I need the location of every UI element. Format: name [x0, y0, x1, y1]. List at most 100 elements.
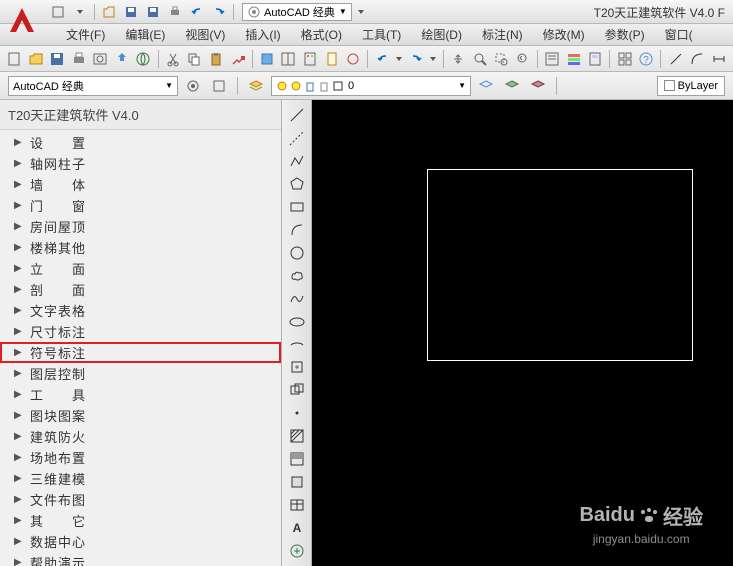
markup-icon[interactable] [343, 48, 364, 70]
zoom-previous-icon[interactable] [512, 48, 533, 70]
tree-item[interactable]: ▶其 它 [0, 510, 281, 531]
circle-icon[interactable] [285, 242, 309, 264]
cut-icon[interactable] [163, 48, 184, 70]
tree-item[interactable]: ▶房间屋顶 [0, 216, 281, 237]
tree-item[interactable]: ▶场地布置 [0, 447, 281, 468]
tree-item[interactable]: ▶数据中心 [0, 531, 281, 552]
tree-item[interactable]: ▶设 置 [0, 132, 281, 153]
tool-palette-icon[interactable] [300, 48, 321, 70]
revision-cloud-icon[interactable] [285, 265, 309, 287]
line-cmd-icon[interactable] [665, 48, 686, 70]
tree-item[interactable]: ▶文字表格 [0, 300, 281, 321]
tree-item[interactable]: ▶尺寸标注 [0, 321, 281, 342]
open-button[interactable] [99, 3, 119, 21]
undo-dropdown[interactable] [394, 48, 405, 70]
layer-combo[interactable]: 0 ▼ [271, 76, 471, 96]
redo-icon[interactable] [406, 48, 427, 70]
arc-icon[interactable] [285, 219, 309, 241]
tree-item[interactable]: ▶轴网柱子 [0, 153, 281, 174]
new-button[interactable] [48, 3, 68, 21]
construction-line-icon[interactable] [285, 127, 309, 149]
menu-item[interactable]: 窗口( [655, 24, 703, 45]
menu-item[interactable]: 修改(M) [533, 24, 595, 45]
zoom-window-icon[interactable] [491, 48, 512, 70]
drawing-canvas[interactable]: Baidu 经验 jingyan.baidu.com [312, 100, 733, 566]
ellipse-arc-icon[interactable] [285, 334, 309, 356]
tree-item[interactable]: ▶文件布图 [0, 489, 281, 510]
tree-item[interactable]: ▶三维建模 [0, 468, 281, 489]
ellipse-icon[interactable] [285, 311, 309, 333]
undo-icon[interactable] [372, 48, 393, 70]
region-icon[interactable] [285, 471, 309, 493]
help-icon[interactable]: ? [636, 48, 657, 70]
redo-dropdown[interactable] [428, 48, 439, 70]
layer-manager-icon[interactable] [245, 75, 267, 97]
arc-cmd-icon[interactable] [687, 48, 708, 70]
paste-icon[interactable] [206, 48, 227, 70]
menu-item[interactable]: 视图(V) [175, 24, 235, 45]
sheet-set-icon[interactable] [321, 48, 342, 70]
print-button[interactable] [165, 3, 185, 21]
workspace-selector[interactable]: AutoCAD 经典 ▼ [242, 3, 352, 21]
table-icon[interactable] [285, 494, 309, 516]
redo-button[interactable] [209, 3, 229, 21]
menu-item[interactable]: 插入(I) [235, 24, 290, 45]
layer-props-icon[interactable] [563, 48, 584, 70]
global-icon[interactable] [133, 48, 154, 70]
point-icon[interactable] [285, 402, 309, 424]
polygon-icon[interactable] [285, 173, 309, 195]
rectangle-icon[interactable] [285, 196, 309, 218]
copy-icon[interactable] [184, 48, 205, 70]
menu-item[interactable]: 参数(P) [595, 24, 655, 45]
tree-item[interactable]: ▶帮助演示 [0, 552, 281, 566]
menu-item[interactable]: 工具(T) [352, 24, 411, 45]
tree-item[interactable]: ▶楼梯其他 [0, 237, 281, 258]
make-block-icon[interactable] [285, 379, 309, 401]
save-button[interactable] [121, 3, 141, 21]
insert-block-icon[interactable] [285, 356, 309, 378]
menu-item[interactable]: 文件(F) [56, 24, 115, 45]
workspace-combo[interactable]: AutoCAD 经典 ▼ [8, 76, 178, 96]
menu-item[interactable]: 绘图(D) [411, 24, 472, 45]
match-icon[interactable] [227, 48, 248, 70]
line-icon[interactable] [285, 104, 309, 126]
hatch-icon[interactable] [285, 425, 309, 447]
design-center-icon[interactable] [278, 48, 299, 70]
tree-item[interactable]: ▶门 窗 [0, 195, 281, 216]
open-file-icon[interactable] [26, 48, 47, 70]
add-icon[interactable] [285, 540, 309, 562]
tree-item[interactable]: ▶剖 面 [0, 279, 281, 300]
tree-item[interactable]: ▶图块图案 [0, 405, 281, 426]
pan-icon[interactable] [448, 48, 469, 70]
block-icon[interactable] [257, 48, 278, 70]
mtext-icon[interactable]: A [285, 517, 309, 539]
spline-icon[interactable] [285, 288, 309, 310]
dimension-icon[interactable] [708, 48, 729, 70]
properties-icon[interactable] [542, 48, 563, 70]
tree-item[interactable]: ▶图层控制 [0, 363, 281, 384]
tree-item[interactable]: ▶工 具 [0, 384, 281, 405]
layer-iso-icon[interactable] [475, 75, 497, 97]
tree-item[interactable]: ▶立 面 [0, 258, 281, 279]
layer-state-icon[interactable] [527, 75, 549, 97]
zoom-realtime-icon[interactable] [469, 48, 490, 70]
undo-button[interactable] [187, 3, 207, 21]
new-file-icon[interactable] [4, 48, 25, 70]
menu-item[interactable]: 编辑(E) [115, 24, 175, 45]
calc-icon[interactable] [585, 48, 606, 70]
publish-icon[interactable] [112, 48, 133, 70]
gear-icon[interactable] [182, 75, 204, 97]
saveas-button[interactable] [143, 3, 163, 21]
preview-icon[interactable] [90, 48, 111, 70]
color-control[interactable]: ByLayer [657, 76, 725, 96]
tree-item[interactable]: ▶建筑防火 [0, 426, 281, 447]
menu-item[interactable]: 标注(N) [472, 24, 533, 45]
polyline-icon[interactable] [285, 150, 309, 172]
dropdown-arrow[interactable] [70, 3, 90, 21]
tree-item[interactable]: ▶墙 体 [0, 174, 281, 195]
layer-prev-icon[interactable] [501, 75, 523, 97]
menu-item[interactable]: 格式(O) [291, 24, 352, 45]
grid-icon[interactable] [614, 48, 635, 70]
gradient-icon[interactable] [285, 448, 309, 470]
workspace-dropdown[interactable] [354, 3, 368, 21]
